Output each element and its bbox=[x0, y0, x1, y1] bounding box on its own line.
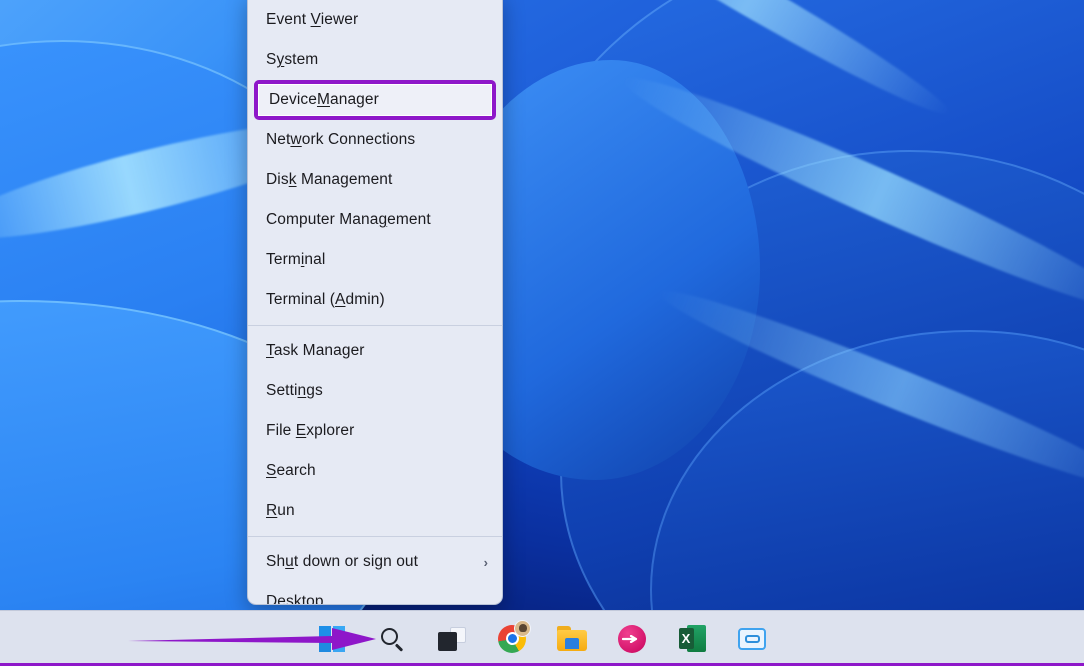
menu-divider-1 bbox=[248, 325, 502, 326]
menu-item-disk-management[interactable]: Disk Management bbox=[248, 160, 502, 200]
excel-letter: X bbox=[679, 628, 694, 649]
excel-button[interactable]: X bbox=[673, 620, 711, 658]
menu-item-run[interactable]: Run bbox=[248, 491, 502, 531]
device-manager-highlight-box: Device Manager bbox=[254, 80, 496, 120]
menu-item-device-manager[interactable]: Device Manager bbox=[248, 80, 502, 120]
desktop-wallpaper bbox=[0, 0, 1084, 610]
notes-app-icon bbox=[738, 628, 766, 650]
menu-item-label: Task Manager bbox=[266, 342, 365, 360]
file-explorer-button[interactable] bbox=[553, 620, 591, 658]
excel-icon: X bbox=[679, 625, 706, 652]
notes-app-button[interactable] bbox=[733, 620, 771, 658]
menu-item-terminal-admin[interactable]: Terminal (Admin) bbox=[248, 280, 502, 320]
menu-item-label: Run bbox=[266, 502, 295, 520]
menu-item-desktop[interactable]: Desktop bbox=[248, 582, 502, 605]
chrome-icon bbox=[498, 625, 526, 653]
search-button[interactable] bbox=[373, 620, 411, 658]
purple-arrow-annotation bbox=[126, 626, 378, 652]
menu-item-system[interactable]: System bbox=[248, 40, 502, 80]
menu-item-shut-down-or-sign-out[interactable]: Shut down or sign out › bbox=[248, 542, 502, 582]
running-indicator bbox=[567, 663, 577, 666]
menu-item-label: File Explorer bbox=[266, 422, 354, 440]
running-indicator bbox=[687, 663, 697, 666]
menu-item-label: Event Viewer bbox=[266, 11, 358, 29]
menu-item-search[interactable]: Search bbox=[248, 451, 502, 491]
menu-item-label: Search bbox=[266, 462, 316, 480]
menu-item-label: System bbox=[266, 51, 318, 69]
task-view-button[interactable] bbox=[433, 620, 471, 658]
search-icon bbox=[379, 626, 405, 652]
menu-item-label: Terminal (Admin) bbox=[266, 291, 385, 309]
menu-item-label: Disk Management bbox=[266, 171, 392, 189]
menu-item-label: Settings bbox=[266, 382, 323, 400]
menu-item-settings[interactable]: Settings bbox=[248, 371, 502, 411]
menu-item-task-manager[interactable]: Task Manager bbox=[248, 331, 502, 371]
running-indicator bbox=[507, 663, 517, 666]
menu-item-label: Desktop bbox=[266, 593, 324, 605]
running-indicator bbox=[747, 663, 757, 666]
menu-item-label: Computer Management bbox=[266, 211, 431, 229]
taskbar-items: X bbox=[313, 620, 771, 658]
menu-item-computer-management[interactable]: Computer Management bbox=[248, 200, 502, 240]
running-indicator bbox=[627, 663, 637, 666]
file-explorer-icon bbox=[557, 626, 587, 651]
avatar bbox=[514, 620, 531, 637]
chrome-button[interactable] bbox=[493, 620, 531, 658]
chevron-right-icon: › bbox=[484, 555, 488, 570]
menu-item-label: Shut down or sign out bbox=[266, 553, 418, 571]
arrow-glyph bbox=[622, 635, 642, 643]
winx-power-user-menu[interactable]: Event Viewer System Device Manager Netwo… bbox=[247, 0, 503, 605]
menu-item-label: Device Manager bbox=[258, 84, 492, 116]
menu-item-terminal[interactable]: Terminal bbox=[248, 240, 502, 280]
media-app-button[interactable] bbox=[613, 620, 651, 658]
menu-item-network-connections[interactable]: Network Connections bbox=[248, 120, 502, 160]
menu-item-event-viewer[interactable]: Event Viewer bbox=[248, 0, 502, 40]
menu-item-label: Terminal bbox=[266, 251, 325, 269]
menu-divider-2 bbox=[248, 536, 502, 537]
task-view-icon bbox=[438, 627, 466, 651]
media-app-icon bbox=[618, 625, 646, 653]
menu-item-file-explorer[interactable]: File Explorer bbox=[248, 411, 502, 451]
menu-item-label: Network Connections bbox=[266, 131, 415, 149]
